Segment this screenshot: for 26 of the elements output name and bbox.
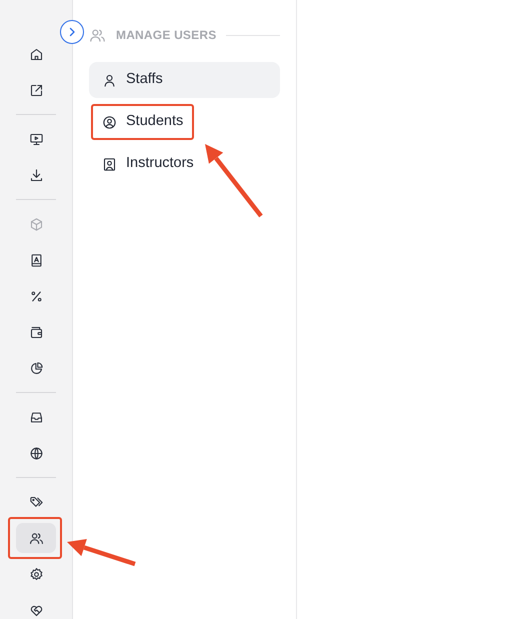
download-icon [28, 168, 44, 182]
monitor-play-icon [28, 132, 44, 146]
users-icon [89, 26, 106, 44]
settings-icon [28, 566, 44, 582]
home-icon [28, 46, 44, 62]
tags-icon [28, 494, 44, 510]
chevron-right-icon [67, 27, 77, 37]
menu-item[interactable]: Instructors [89, 146, 280, 182]
menu-item[interactable]: Staffs [89, 62, 280, 98]
pointer-arrow [65, 540, 137, 566]
contact-book-icon [28, 252, 44, 268]
section-title: MANAGE USERS [116, 27, 216, 44]
percent-icon [28, 288, 44, 304]
expand-sidebar-button[interactable] [60, 20, 84, 44]
sidebar-button[interactable] [16, 523, 56, 553]
users-icon [28, 530, 44, 546]
inbox-icon [28, 410, 44, 424]
pie-chart-icon [28, 360, 44, 376]
user-icon [102, 72, 117, 88]
user-square-icon [102, 156, 117, 172]
menu-item[interactable]: Students [89, 104, 280, 140]
wallet-icon [28, 324, 44, 340]
globe-icon [28, 446, 44, 460]
user-circle-icon [102, 114, 117, 130]
box-icon [28, 216, 44, 232]
external-link-icon [28, 82, 44, 98]
